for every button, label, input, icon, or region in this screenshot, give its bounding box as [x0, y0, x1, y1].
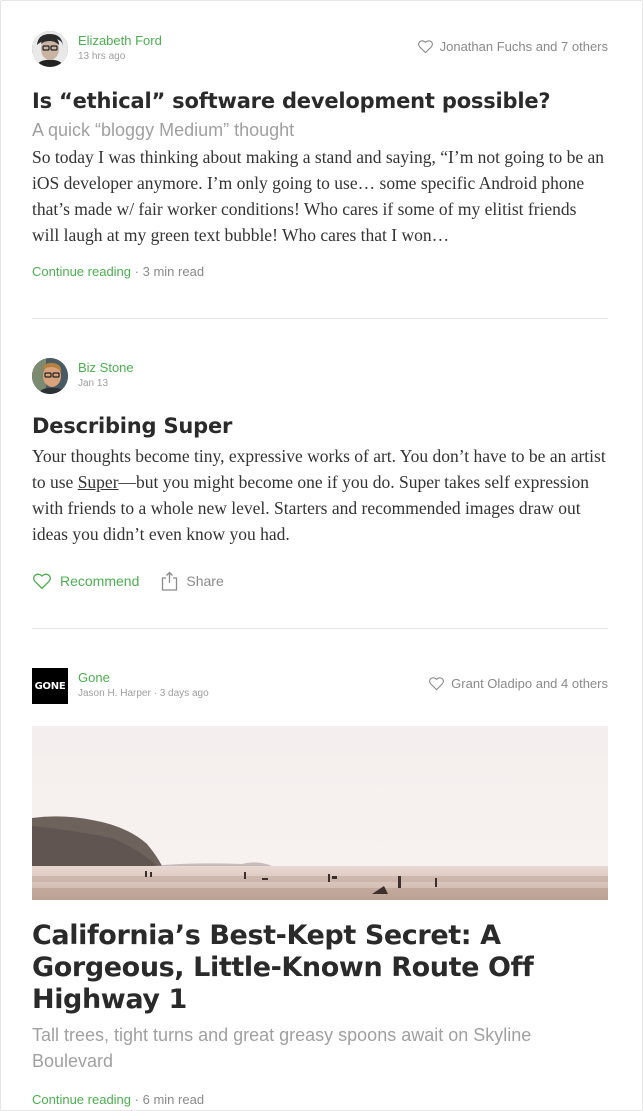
read-time: 6 min read — [142, 1092, 205, 1107]
share-label: Share — [186, 573, 224, 589]
continue-reading-link[interactable]: Continue reading — [32, 1092, 131, 1107]
recommended-by-text: Jonathan Fuchs and 7 others — [439, 39, 608, 54]
publication-logo[interactable]: GONE — [32, 668, 68, 704]
share-button[interactable]: Share — [161, 571, 224, 591]
heart-icon — [33, 573, 51, 590]
continue-reading-link[interactable]: Continue reading — [32, 264, 131, 279]
share-icon — [162, 571, 178, 591]
hero-image[interactable] — [32, 726, 608, 900]
post-footer: Continue reading · 3 min read — [32, 264, 608, 279]
avatar[interactable] — [32, 31, 68, 67]
author-name[interactable]: Elizabeth Ford — [78, 33, 162, 49]
author-name[interactable]: Jason H. Harper — [78, 688, 151, 699]
recommended-by-text: Grant Oladipo and 4 others — [451, 676, 608, 691]
heart-icon — [429, 677, 445, 691]
avatar[interactable] — [32, 358, 68, 394]
post-header: Elizabeth Ford 13 hrs ago Jonathan Fuchs… — [32, 31, 608, 71]
recommended-by[interactable]: Jonathan Fuchs and 7 others — [417, 39, 608, 54]
recommended-by[interactable]: Grant Oladipo and 4 others — [428, 676, 608, 691]
separator: · — [153, 688, 157, 699]
post-date: Jan 13 — [78, 378, 109, 389]
post-title[interactable]: Describing Super — [32, 412, 608, 440]
divider — [32, 628, 608, 629]
recommend-label: Recommend — [60, 573, 140, 589]
post-excerpt[interactable]: Your thoughts become tiny, expressive wo… — [32, 443, 608, 547]
post-time: 13 hrs ago — [78, 51, 126, 62]
post-title[interactable]: Is “ethical” software development possib… — [32, 87, 608, 115]
publication-name[interactable]: Gone — [78, 670, 209, 686]
post-card: GONE Gone Jason H. Harper · 3 days ago G… — [32, 668, 608, 1107]
post-subtitle: A quick “bloggy Medium” thought — [32, 120, 295, 140]
separator: · — [134, 264, 139, 279]
beach-image — [32, 726, 608, 900]
post-card: Biz Stone Jan 13 Describing Super Your t… — [32, 358, 608, 591]
post-card: Elizabeth Ford 13 hrs ago Jonathan Fuchs… — [32, 31, 608, 279]
post-byline: Jason H. Harper · 3 days ago — [78, 687, 209, 701]
heart-icon — [417, 40, 433, 54]
post-header: GONE Gone Jason H. Harper · 3 days ago G… — [32, 668, 608, 708]
author-name[interactable]: Biz Stone — [78, 360, 134, 376]
post-time: 3 days ago — [159, 688, 209, 699]
post-header: Biz Stone Jan 13 — [32, 358, 608, 398]
post-title[interactable]: California’s Best-Kept Secret: A Gorgeou… — [32, 920, 608, 1016]
post-footer: Continue reading · 6 min read — [32, 1092, 608, 1107]
read-time: 3 min read — [142, 264, 205, 279]
super-link[interactable]: Super — [78, 472, 119, 492]
post-actions: Recommend Share — [32, 571, 608, 591]
recommend-button[interactable]: Recommend — [32, 572, 139, 590]
separator: · — [134, 1092, 139, 1107]
post-subtitle: Tall trees, tight turns and great greasy… — [32, 1025, 532, 1071]
post-excerpt[interactable]: So today I was thinking about making a s… — [32, 144, 608, 248]
divider — [32, 318, 608, 319]
